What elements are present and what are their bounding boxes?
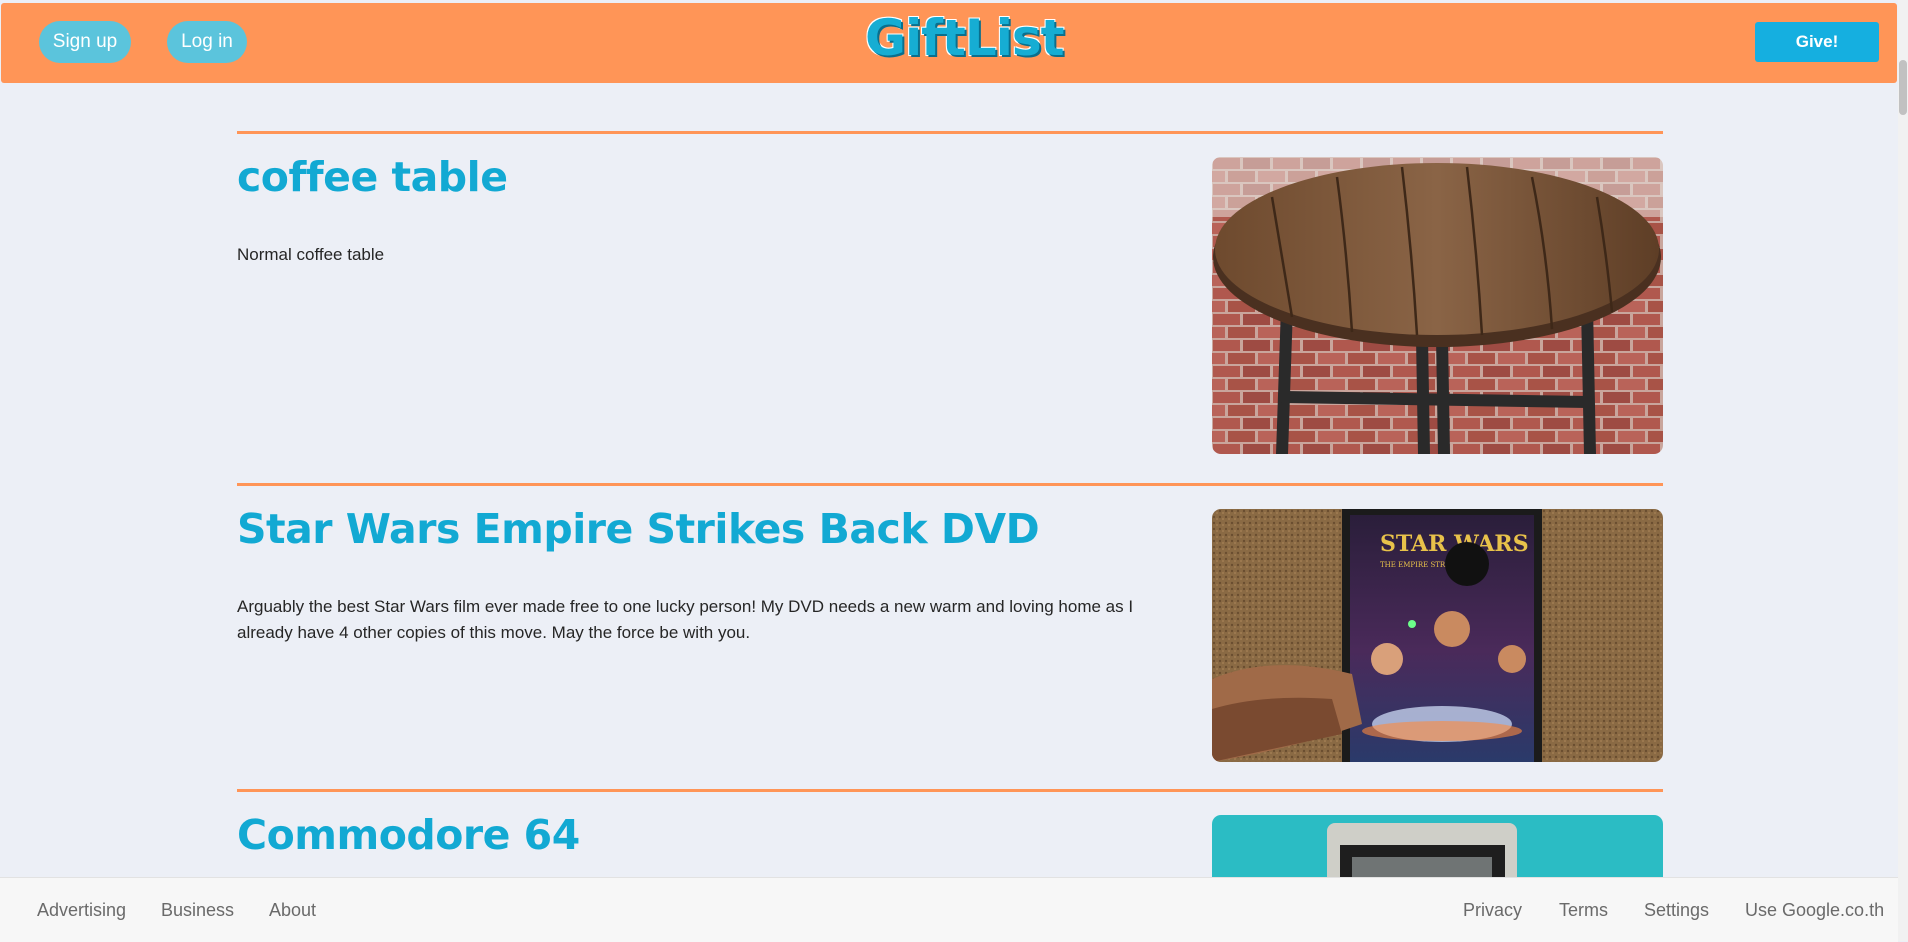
item-title[interactable]: Star Wars Empire Strikes Back DVD <box>237 505 1040 553</box>
giftlist-logo[interactable]: GiftList <box>865 9 1064 67</box>
footer-link-about[interactable]: About <box>269 900 316 921</box>
item-title[interactable]: Commodore 64 <box>237 811 580 859</box>
scrollbar-thumb[interactable] <box>1899 60 1907 115</box>
page-scrollbar[interactable] <box>1898 0 1908 941</box>
gift-item: Star Wars Empire Strikes Back DVD Arguab… <box>237 483 1663 783</box>
item-description: Normal coffee table <box>237 245 385 264</box>
item-description: Arguably the best Star Wars film ever ma… <box>237 597 1134 642</box>
item-image[interactable] <box>1212 157 1663 454</box>
coffee-table-image <box>1212 157 1663 454</box>
item-title[interactable]: coffee table <box>237 153 508 201</box>
footer-link-advertising[interactable]: Advertising <box>37 900 126 921</box>
footer-link-settings[interactable]: Settings <box>1644 900 1709 921</box>
item-image[interactable]: STAR WARS THE EMPIRE STRIKES BACK <box>1212 509 1663 762</box>
item-divider <box>237 483 1663 486</box>
top-header: Sign up Log in GiftList Give! <box>1 3 1897 83</box>
item-divider <box>237 789 1663 792</box>
gift-item: coffee table Normal coffee table <box>237 131 1663 461</box>
footer-link-privacy[interactable]: Privacy <box>1463 900 1522 921</box>
login-button[interactable]: Log in <box>167 21 247 63</box>
footer-link-business[interactable]: Business <box>161 900 234 921</box>
item-divider <box>237 131 1663 134</box>
footer-link-google-domain[interactable]: Use Google.co.th <box>1745 900 1884 921</box>
give-button[interactable]: Give! <box>1755 22 1879 62</box>
dvd-image: STAR WARS THE EMPIRE STRIKES BACK <box>1212 509 1663 762</box>
signup-button[interactable]: Sign up <box>39 21 131 63</box>
footer-link-terms[interactable]: Terms <box>1559 900 1608 921</box>
page-footer: Advertising Business About Privacy Terms… <box>0 877 1898 942</box>
